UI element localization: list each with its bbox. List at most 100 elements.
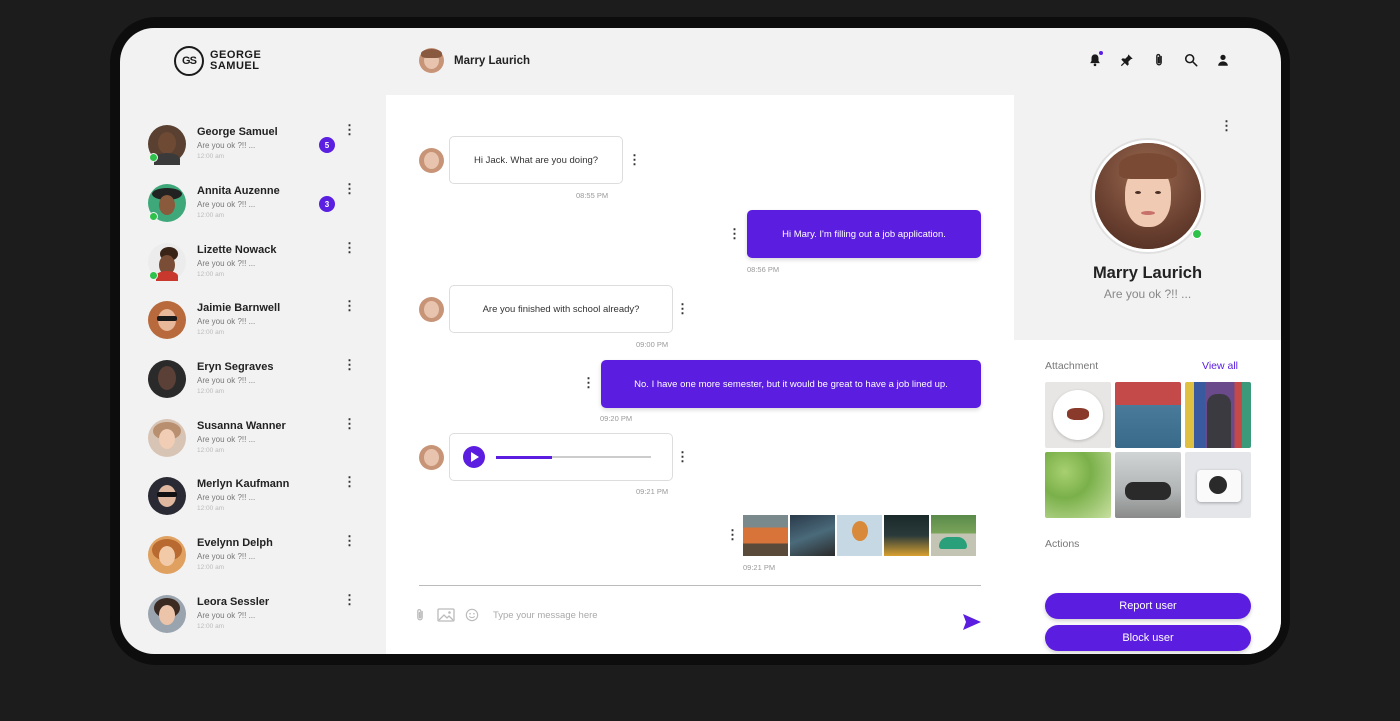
message-time: 09:21 PM xyxy=(636,487,669,496)
avatar xyxy=(148,301,186,339)
paperclip-icon[interactable] xyxy=(413,608,427,622)
contact-preview: Are you ok ?!! ... xyxy=(197,200,256,209)
chat-panel: Hi Jack. What are you doing? ⋮ 08:55 PM … xyxy=(386,95,1014,654)
message-options-icon[interactable]: ⋮ xyxy=(726,528,739,542)
message-time: 08:55 PM xyxy=(576,191,609,200)
contact-time: 12:00 am xyxy=(197,505,225,512)
more-options-icon[interactable]: ⋮ xyxy=(343,475,356,489)
contact-preview: Are you ok ?!! ... xyxy=(197,611,256,620)
block-user-button[interactable]: Block user xyxy=(1045,625,1251,651)
logo-line-2: SAMUEL xyxy=(210,60,260,72)
brand-logo[interactable]: GS GEORGE SAMUEL xyxy=(174,46,261,76)
message-options-icon[interactable]: ⋮ xyxy=(676,450,689,464)
contact-name: Lizette Nowack xyxy=(197,244,277,256)
play-button[interactable] xyxy=(463,446,485,468)
profile-details: Attachment View all Actions Report user … xyxy=(1014,340,1281,654)
avatar xyxy=(148,360,186,398)
avatar xyxy=(148,184,186,222)
avatar xyxy=(148,536,186,574)
contact-item[interactable]: Leora Sessler Are you ok ?!! ... 12:00 a… xyxy=(148,593,358,639)
app-screen: GS GEORGE SAMUEL Marry Laurich George Sa… xyxy=(120,28,1281,654)
attachment-thumbnail[interactable] xyxy=(1115,452,1181,518)
contact-item[interactable]: Eryn Segraves Are you ok ?!! ... 12:00 a… xyxy=(148,358,358,404)
audio-track[interactable] xyxy=(496,455,651,459)
message-input[interactable] xyxy=(493,609,893,621)
active-chat-header[interactable]: Marry Laurich xyxy=(419,48,530,73)
search-icon[interactable] xyxy=(1183,52,1199,68)
bell-icon[interactable] xyxy=(1087,51,1103,68)
message-time: 09:21 PM xyxy=(743,563,776,572)
unread-badge: 5 xyxy=(319,137,335,153)
contact-preview: Are you ok ?!! ... xyxy=(197,552,256,561)
more-options-icon[interactable]: ⋮ xyxy=(343,182,356,196)
contact-name: Annita Auzenne xyxy=(197,185,280,197)
more-options-icon[interactable]: ⋮ xyxy=(343,299,356,313)
image-thumbnail[interactable] xyxy=(931,515,976,556)
avatar xyxy=(148,125,186,165)
more-options-icon[interactable]: ⋮ xyxy=(343,241,356,255)
more-options-icon[interactable]: ⋮ xyxy=(343,123,356,137)
contact-item[interactable]: Lizette Nowack Are you ok ?!! ... 12:00 … xyxy=(148,241,358,287)
image-thumbnail[interactable] xyxy=(884,515,929,556)
contact-time: 12:00 am xyxy=(197,153,225,160)
send-icon[interactable] xyxy=(962,613,982,631)
report-user-button[interactable]: Report user xyxy=(1045,593,1251,619)
image-message xyxy=(743,515,976,556)
more-options-icon[interactable]: ⋮ xyxy=(343,358,356,372)
contact-item[interactable]: Evelynn Delph Are you ok ?!! ... 12:00 a… xyxy=(148,534,358,580)
user-icon[interactable] xyxy=(1215,52,1231,68)
attachment-thumbnail[interactable] xyxy=(1185,452,1251,518)
actions-heading: Actions xyxy=(1045,538,1080,550)
avatar xyxy=(148,477,186,515)
notification-dot xyxy=(1099,51,1103,55)
attachment-thumbnail[interactable] xyxy=(1045,452,1111,518)
pin-icon[interactable] xyxy=(1119,52,1135,68)
online-indicator xyxy=(149,212,158,221)
profile-avatar[interactable] xyxy=(1090,138,1206,254)
attachment-thumbnail[interactable] xyxy=(1115,382,1181,448)
message-options-icon[interactable]: ⋮ xyxy=(676,302,689,316)
emoji-icon[interactable] xyxy=(465,608,479,622)
contact-time: 12:00 am xyxy=(197,623,225,630)
contact-item[interactable]: Susanna Wanner Are you ok ?!! ... 12:00 … xyxy=(148,417,358,463)
contact-item[interactable]: Jaimie Barnwell Are you ok ?!! ... 12:00… xyxy=(148,299,358,345)
online-indicator xyxy=(1192,229,1202,239)
logo-mark: GS xyxy=(174,46,204,76)
contact-preview: Are you ok ?!! ... xyxy=(197,376,256,385)
online-indicator xyxy=(149,271,158,280)
image-thumbnail[interactable] xyxy=(743,515,788,556)
attachment-thumbnail[interactable] xyxy=(1045,382,1111,448)
contact-preview: Are you ok ?!! ... xyxy=(197,317,256,326)
contact-time: 12:00 am xyxy=(197,388,225,395)
message-options-icon[interactable]: ⋮ xyxy=(728,227,741,241)
contact-name: Leora Sessler xyxy=(197,596,270,608)
contact-time: 12:00 am xyxy=(197,447,225,454)
audio-progress xyxy=(496,455,552,459)
image-icon[interactable] xyxy=(437,608,455,622)
more-options-icon[interactable]: ⋮ xyxy=(343,534,356,548)
paperclip-icon[interactable] xyxy=(1151,52,1167,68)
attachment-thumbnail[interactable] xyxy=(1185,382,1251,448)
message-time: 08:56 PM xyxy=(747,265,780,274)
contact-preview: Are you ok ?!! ... xyxy=(197,493,256,502)
contact-time: 12:00 am xyxy=(197,564,225,571)
contact-item[interactable]: Annita Auzenne Are you ok ?!! ... 12:00 … xyxy=(148,182,358,228)
more-options-icon[interactable]: ⋮ xyxy=(343,417,356,431)
more-options-icon[interactable]: ⋮ xyxy=(343,593,356,607)
contact-time: 12:00 am xyxy=(197,329,225,336)
message-bubble-outgoing: No. I have one more semester, but it wou… xyxy=(601,360,981,408)
contact-item[interactable]: George Samuel Are you ok ?!! ... 12:00 a… xyxy=(148,123,358,169)
image-thumbnail[interactable] xyxy=(837,515,882,556)
profile-options-icon[interactable]: ⋮ xyxy=(1220,119,1233,133)
message-options-icon[interactable]: ⋮ xyxy=(628,153,641,167)
message-bubble-incoming: Hi Jack. What are you doing? xyxy=(449,136,623,184)
contact-name: Susanna Wanner xyxy=(197,420,286,432)
message-options-icon[interactable]: ⋮ xyxy=(582,376,595,390)
image-thumbnail[interactable] xyxy=(790,515,835,556)
profile-card: ⋮ Marry Laurich Are you ok ?!! ... xyxy=(1014,95,1281,340)
view-all-link[interactable]: View all xyxy=(1202,360,1238,372)
contact-item[interactable]: Merlyn Kaufmann Are you ok ?!! ... 12:00… xyxy=(148,475,358,521)
contact-name: Jaimie Barnwell xyxy=(197,302,281,314)
online-indicator xyxy=(149,153,158,162)
sender-avatar xyxy=(419,445,444,470)
